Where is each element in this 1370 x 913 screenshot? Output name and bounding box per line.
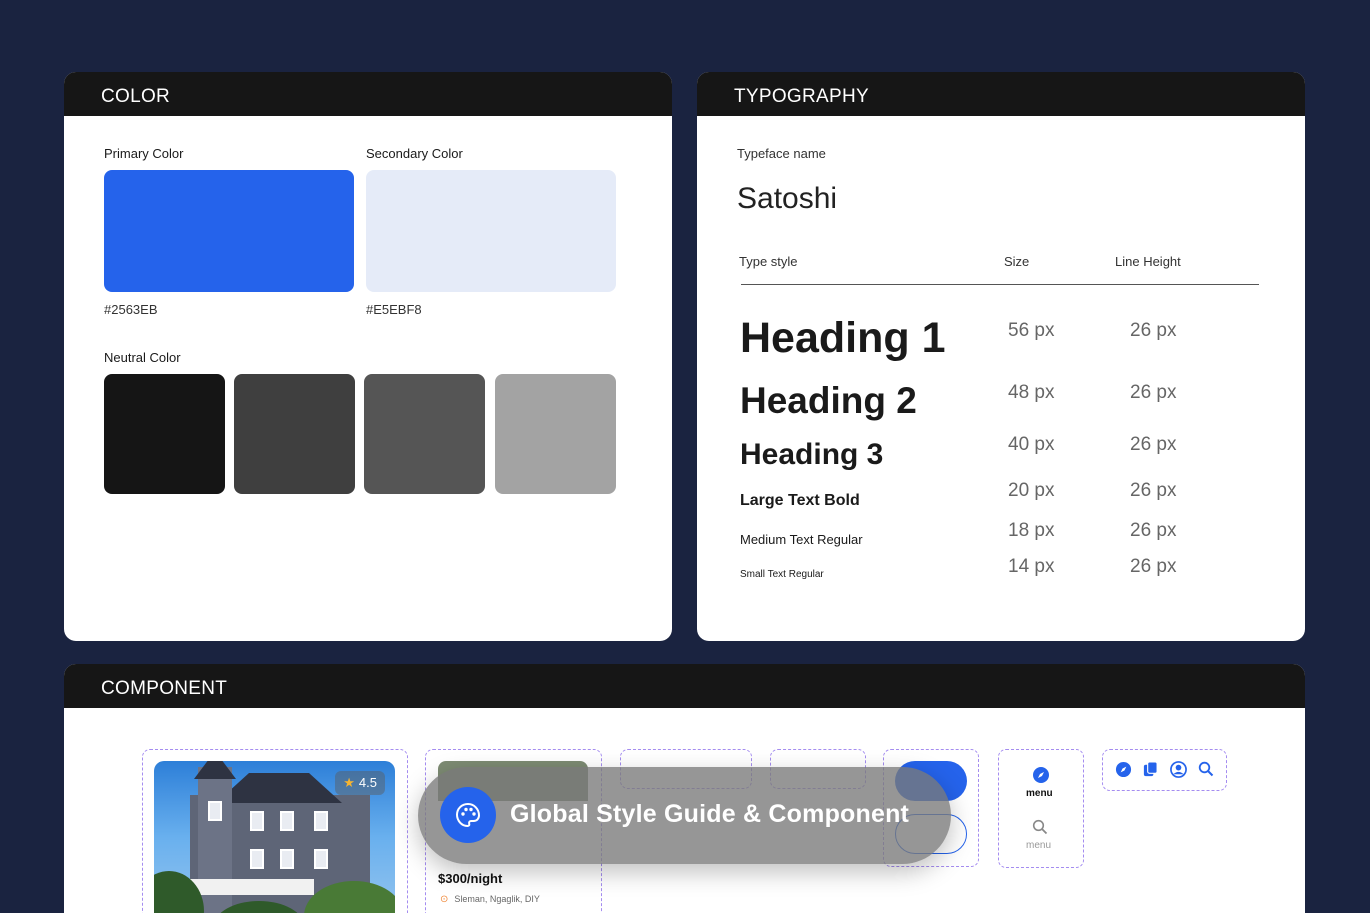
size-heading-2: 48 px — [1008, 382, 1055, 403]
location-pin-icon: ⊙ — [440, 894, 449, 905]
user-icon[interactable] — [1170, 761, 1187, 778]
typeface-label: Typeface name — [737, 146, 826, 161]
secondary-color-swatch — [366, 170, 616, 292]
nav-label-active[interactable]: menu — [1026, 788, 1053, 799]
compass-icon[interactable] — [1032, 766, 1050, 784]
line-heading-3: 26 px — [1130, 434, 1177, 455]
compass-icon[interactable] — [1115, 761, 1132, 778]
type-row-large-bold: Large Text Bold — [740, 492, 860, 509]
line-medium-regular: 26 px — [1130, 520, 1177, 541]
listing-price: $300/night — [438, 871, 503, 886]
col-size: Size — [1004, 254, 1030, 269]
house-image-porch — [184, 879, 314, 895]
color-panel-title: COLOR — [64, 72, 672, 116]
type-row-heading-3: Heading 3 — [740, 438, 884, 471]
neutral-swatch-1 — [104, 374, 225, 494]
copy-icon[interactable] — [1142, 761, 1159, 778]
type-row-heading-2: Heading 2 — [740, 380, 917, 421]
rating-badge: ★ 4.5 — [335, 771, 385, 795]
rating-value: 4.5 — [358, 775, 377, 790]
neutral-swatch-4 — [495, 374, 616, 494]
house-image-window — [208, 801, 222, 821]
house-image-window — [250, 849, 264, 869]
col-line-height: Line Height — [1115, 254, 1181, 269]
listing-location: ⊙ Sleman, Ngaglik, DIY — [440, 894, 540, 905]
star-icon: ★ — [343, 775, 355, 790]
palette-icon — [455, 802, 481, 828]
property-card-image[interactable]: ★ 4.5 — [154, 761, 395, 913]
neutral-swatch-2 — [234, 374, 355, 494]
component-panel-title: COMPONENT — [64, 664, 1305, 708]
neutral-color-label: Neutral Color — [104, 350, 181, 365]
line-heading-2: 26 px — [1130, 382, 1177, 403]
line-heading-1: 26 px — [1130, 320, 1177, 341]
house-image-window — [314, 811, 328, 831]
type-row-heading-1: Heading 1 — [740, 314, 946, 362]
col-type-style: Type style — [739, 254, 798, 269]
size-heading-1: 56 px — [1008, 320, 1055, 341]
palette-icon-circle — [440, 787, 496, 843]
typography-panel: TYPOGRAPHY Typeface name Satoshi Type st… — [697, 72, 1305, 641]
size-medium-regular: 18 px — [1008, 520, 1055, 541]
line-small-regular: 26 px — [1130, 556, 1177, 577]
house-image-window — [314, 849, 328, 869]
house-image-window — [280, 811, 294, 831]
primary-color-hex: #2563EB — [104, 302, 158, 317]
typography-panel-title: TYPOGRAPHY — [697, 72, 1305, 116]
neutral-swatch-3 — [364, 374, 485, 494]
secondary-color-label: Secondary Color — [366, 146, 463, 161]
nav-label-inactive[interactable]: menu — [1026, 840, 1051, 851]
typeface-name: Satoshi — [737, 182, 838, 215]
primary-color-swatch — [104, 170, 354, 292]
line-large-bold: 26 px — [1130, 480, 1177, 501]
size-heading-3: 40 px — [1008, 434, 1055, 455]
size-small-regular: 14 px — [1008, 556, 1055, 577]
primary-color-label: Primary Color — [104, 146, 184, 161]
listing-location-text: Sleman, Ngaglik, DIY — [454, 894, 540, 904]
search-icon[interactable] — [1032, 819, 1048, 835]
style-guide-badge: Global Style Guide & Component — [418, 767, 951, 864]
type-row-medium-regular: Medium Text Regular — [740, 532, 863, 547]
type-row-small-regular: Small Text Regular — [740, 569, 824, 580]
search-icon[interactable] — [1198, 761, 1214, 777]
size-large-bold: 20 px — [1008, 480, 1055, 501]
style-guide-title: Global Style Guide & Component — [510, 800, 910, 828]
color-panel: COLOR Primary Color #2563EB Secondary Co… — [64, 72, 672, 641]
house-image-window — [280, 849, 294, 869]
table-divider — [741, 284, 1259, 285]
house-image-window — [250, 811, 264, 831]
secondary-color-hex: #E5EBF8 — [366, 302, 422, 317]
